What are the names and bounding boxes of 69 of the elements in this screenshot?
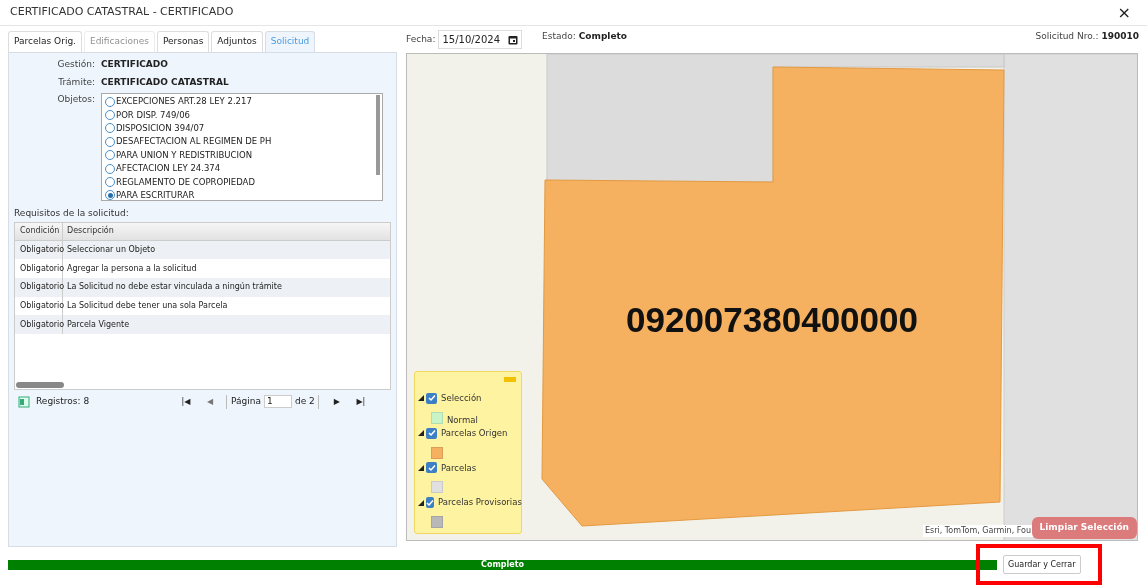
field-label: Objetos: <box>56 93 95 106</box>
layer-label: Selección <box>441 392 482 405</box>
field-value: CERTIFICADO <box>101 58 168 71</box>
checkbox[interactable] <box>426 427 437 439</box>
spreadsheet-icon[interactable] <box>18 395 30 408</box>
window-title: CERTIFICADO CATASTRAL - CERTIFICADO <box>10 4 234 21</box>
tab[interactable]: Adjuntos <box>211 31 263 52</box>
radio-button[interactable] <box>105 136 115 147</box>
field-label: Trámite: <box>57 75 95 89</box>
layer-label: Parcelas Origen <box>441 426 508 440</box>
selected-parcel[interactable] <box>541 66 1005 527</box>
radio-button[interactable] <box>105 150 115 161</box>
first-page-button[interactable]: |◀ <box>176 395 196 408</box>
symbol-label: Normal <box>447 414 478 427</box>
option-label: AFECTACION LEY 24.374 <box>116 162 221 175</box>
scrollbar-thumb[interactable] <box>16 381 64 388</box>
date-field[interactable]: 15/10/2024 <box>438 30 523 49</box>
field-label: Estado: <box>542 30 576 43</box>
table-cell: Obligatorio <box>15 277 63 297</box>
checkbox[interactable] <box>426 497 434 509</box>
option-label: PARA ESCRITURAR <box>116 189 195 200</box>
field-label: Fecha: <box>406 33 436 46</box>
map-attribution: Esri, TomTom, Garmin, Fou <box>922 525 1033 537</box>
tab[interactable]: Parcelas Orig. <box>8 31 82 52</box>
field-value: 190010 <box>1101 30 1139 43</box>
page-label: Página <box>231 394 261 408</box>
checkbox[interactable] <box>426 392 437 404</box>
save-close-button[interactable]: Guardar y Cerrar <box>1003 555 1081 574</box>
radio-button[interactable] <box>105 177 115 188</box>
radio-button[interactable] <box>105 163 115 174</box>
tab[interactable]: Personas <box>156 31 210 52</box>
record-count: Registros: 8 <box>36 394 91 408</box>
section-title: Requisitos de la solicitud: <box>14 207 130 220</box>
page-field[interactable]: 1 <box>264 395 292 408</box>
table-cell-text: Parcela Vigente <box>66 318 131 331</box>
parcel-label: 092007380400000 <box>626 300 918 339</box>
table-cell: Obligatorio <box>15 315 63 334</box>
radio-button[interactable] <box>105 190 115 200</box>
scrollbar-thumb[interactable] <box>376 95 380 175</box>
table-cell: Obligatorio <box>15 259 63 278</box>
option-label: EXCEPCIONES ART.28 LEY 2.217 <box>116 95 252 109</box>
table-cell-text: Agregar la persona a la solicitud <box>66 262 198 275</box>
field-label: Gestión: <box>56 58 95 71</box>
radio-button[interactable] <box>105 96 115 107</box>
radio-button[interactable] <box>105 123 115 134</box>
checkbox[interactable] <box>426 462 437 474</box>
previous-page-button[interactable]: ◀ <box>200 395 220 408</box>
column-header[interactable]: Descripción <box>63 225 118 237</box>
radio-button[interactable] <box>105 110 115 121</box>
last-page-button[interactable]: ▶| <box>350 395 371 408</box>
option-label: REGLAMENTO DE COPROPIEDAD <box>116 175 255 189</box>
page-total: de 2 <box>295 394 315 408</box>
layer-label: Parcelas Provisorias <box>438 496 522 509</box>
calendar-icon[interactable] <box>508 34 519 45</box>
close-button[interactable]: × <box>1117 4 1131 21</box>
table-cell-text: La Solicitud debe tener una sola Parcela <box>66 299 229 312</box>
field-label: Solicitud Nro.: <box>1035 30 1099 43</box>
next-page-button[interactable]: ▶ <box>326 395 347 408</box>
field-value: CERTIFICADO CATASTRAL <box>101 75 229 89</box>
layer-label: Parcelas <box>441 461 477 475</box>
option-label: PARA UNION Y REDISTRIBUCION <box>116 148 253 162</box>
field-value: Completo <box>578 30 628 43</box>
column-header[interactable]: Condición <box>15 222 63 240</box>
map[interactable]: 092007380400000 Selección Normal Parcelas Origen Parcelas Parcelas Provisorias Esri, TomTom, Garmin, Fou Limpiar Selección <box>406 53 1138 541</box>
option-label: POR DISP. 749/06 <box>116 108 190 122</box>
option-label: DESAFECTACION AL REGIMEN DE PH <box>116 135 272 149</box>
table-cell-text: La Solicitud no debe estar vinculada a ningún trámite <box>66 281 283 294</box>
option-label: DISPOSICION 394/07 <box>116 122 205 135</box>
table-cell-text: Seleccionar un Objeto <box>66 243 157 256</box>
